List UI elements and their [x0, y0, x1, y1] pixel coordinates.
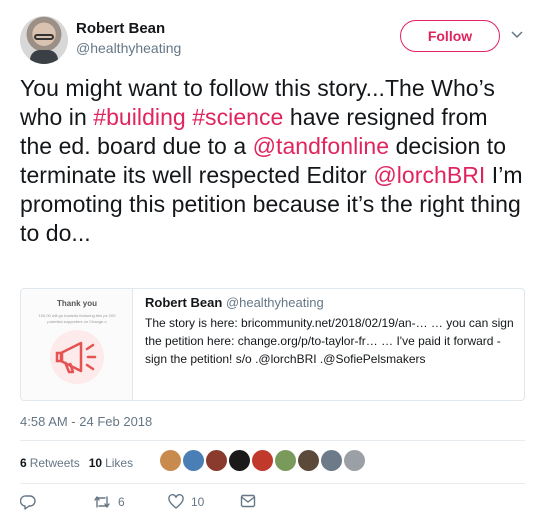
liker-avatar[interactable]	[321, 450, 342, 471]
likes-stat[interactable]: 10 Likes	[89, 456, 133, 470]
liker-avatar[interactable]	[160, 450, 181, 471]
like-button[interactable]: 10	[168, 494, 204, 509]
reply-icon	[20, 495, 36, 510]
liker-avatars	[160, 450, 367, 471]
card-author-handle: @healthyheating	[225, 295, 324, 310]
avatar-glasses	[34, 34, 54, 40]
liker-avatar[interactable]	[206, 450, 227, 471]
liker-avatar[interactable]	[298, 450, 319, 471]
tweet-text: You might want to follow this story...Th…	[20, 74, 525, 248]
chevron-down-icon[interactable]	[510, 28, 524, 42]
retweet-button[interactable]: 6	[93, 494, 125, 510]
liker-avatar[interactable]	[229, 450, 250, 471]
tweet-link[interactable]: @tandfonline	[253, 133, 390, 159]
retweet-count: 6	[118, 495, 125, 509]
card-image-title: Thank you	[56, 299, 97, 308]
tweet-header: Robert Bean @healthyheating Follow	[20, 16, 525, 64]
megaphone-icon	[50, 330, 104, 384]
link-card[interactable]: Thank you 100,00 will go towards featuri…	[20, 288, 525, 401]
message-button[interactable]	[240, 494, 256, 508]
retweets-stat[interactable]: 6 Retweets	[20, 456, 80, 470]
tweet-actions: 6 10	[20, 494, 420, 514]
like-count: 10	[191, 494, 205, 509]
liker-avatar[interactable]	[344, 450, 365, 471]
likes-label: Likes	[105, 456, 134, 470]
liker-avatar[interactable]	[183, 450, 204, 471]
retweets-label: Retweets	[29, 456, 80, 470]
tweet-link[interactable]: #science	[192, 104, 283, 130]
avatar[interactable]	[20, 16, 68, 64]
likes-count: 10	[88, 456, 103, 470]
card-description: The story is here: bricommunity.net/2018…	[145, 316, 514, 366]
heart-icon	[168, 494, 184, 509]
divider	[20, 483, 525, 484]
card-author-name: Robert Bean	[145, 295, 223, 310]
tweet-link[interactable]: #building	[93, 104, 186, 130]
divider	[20, 440, 525, 441]
card-image-text: 100,00 will go towards featuring this pe…	[38, 313, 116, 324]
reply-button[interactable]	[20, 494, 36, 510]
follow-button[interactable]: Follow	[400, 20, 500, 52]
tweet-stats: 6 Retweets 10 Likes	[20, 451, 142, 475]
envelope-icon	[240, 494, 256, 508]
user-name[interactable]: Robert Bean	[76, 20, 165, 37]
card-image[interactable]: Thank you 100,00 will go towards featuri…	[21, 289, 133, 400]
timestamp[interactable]: 4:58 AM - 24 Feb 2018	[20, 414, 152, 429]
liker-avatar[interactable]	[252, 450, 273, 471]
retweets-count: 6	[20, 456, 27, 470]
card-body: Robert Bean @healthyheating The story is…	[145, 295, 515, 368]
user-handle[interactable]: @healthyheating	[76, 40, 181, 56]
card-author: Robert Bean @healthyheating	[145, 295, 515, 311]
liker-avatar[interactable]	[275, 450, 296, 471]
retweet-icon	[94, 496, 110, 508]
tweet-link[interactable]: @lorchBRI	[373, 162, 485, 188]
